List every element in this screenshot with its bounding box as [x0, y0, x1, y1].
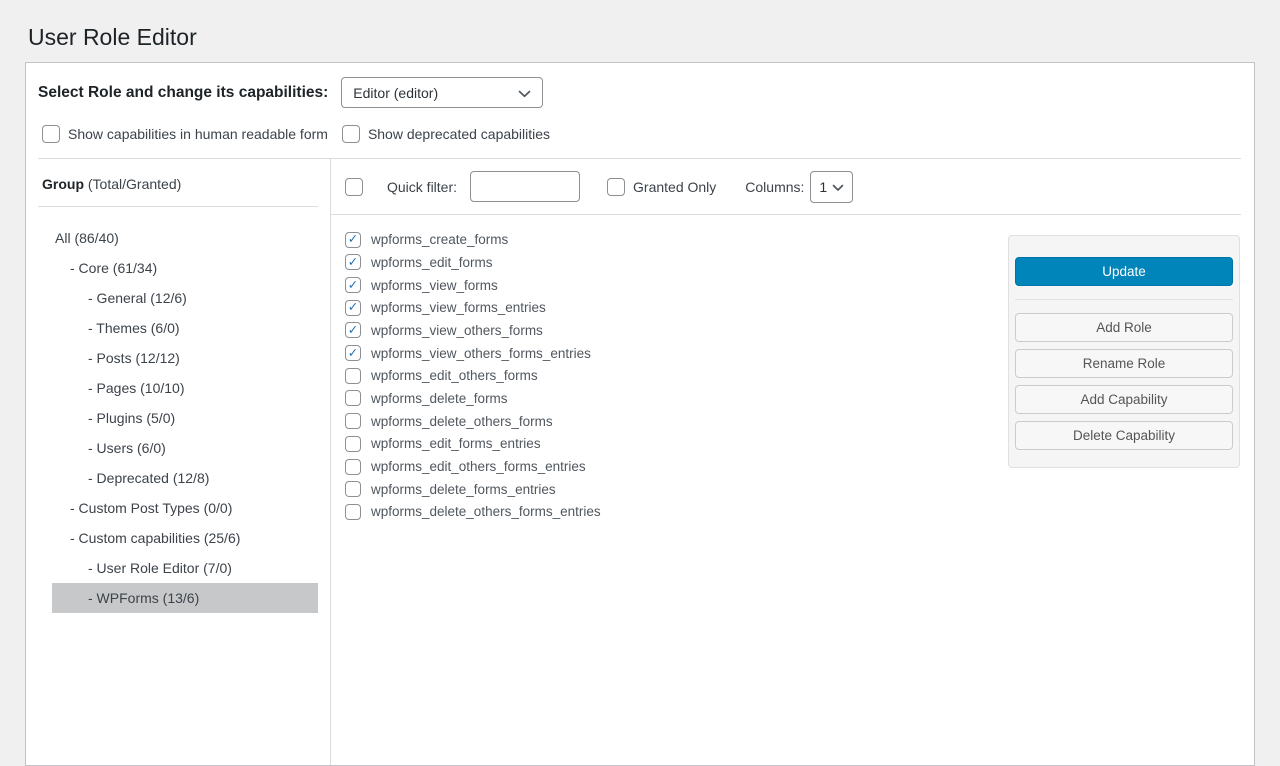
capability-checkbox[interactable]: ✓ [345, 277, 361, 293]
quick-filter-input[interactable] [470, 171, 580, 202]
capability-row: ✓ wpforms_delete_forms_entries [345, 478, 1008, 501]
capability-checkbox[interactable]: ✓ [345, 368, 361, 384]
sidebar-group-item[interactable]: - WPForms (13/6) [52, 583, 318, 613]
human-readable-label[interactable]: Show capabilities in human readable form [68, 126, 328, 142]
main-area: Group (Total/Granted) All (86/40)- Core … [26, 159, 1254, 766]
capability-row: ✓ wpforms_edit_forms_entries [345, 432, 1008, 455]
sidebar-group-item[interactable]: All (86/40) [52, 223, 318, 253]
role-select-row: Select Role and change its capabilities:… [26, 63, 1254, 108]
capability-row: ✓ wpforms_edit_others_forms [345, 364, 1008, 387]
capability-label[interactable]: wpforms_delete_others_forms [371, 414, 553, 429]
group-sidebar: Group (Total/Granted) All (86/40)- Core … [26, 159, 331, 766]
capability-label[interactable]: wpforms_view_forms_entries [371, 300, 546, 315]
display-options-row: ✓ Show capabilities in human readable fo… [26, 108, 1254, 158]
capability-label[interactable]: wpforms_view_forms [371, 278, 498, 293]
actions-divider [1015, 299, 1233, 300]
group-sidebar-header: Group (Total/Granted) [38, 159, 318, 207]
capability-row: ✓ wpforms_view_others_forms_entries [345, 342, 1008, 365]
sidebar-group-item[interactable]: - General (12/6) [52, 283, 318, 313]
role-select-label: Select Role and change its capabilities: [38, 84, 328, 102]
sidebar-group-item[interactable]: - User Role Editor (7/0) [52, 553, 318, 583]
capability-row: ✓ wpforms_view_forms [345, 274, 1008, 297]
delete-capability-button[interactable]: Delete Capability [1015, 421, 1233, 450]
capability-row: ✓ wpforms_view_others_forms [345, 319, 1008, 342]
user-role-editor-panel: Select Role and change its capabilities:… [25, 62, 1255, 766]
capability-checkbox[interactable]: ✓ [345, 254, 361, 270]
capabilities-area: ✓ Quick filter: ✓ Granted Only Columns: … [331, 159, 1254, 766]
sidebar-group-item[interactable]: - Themes (6/0) [52, 313, 318, 343]
capability-row: ✓ wpforms_create_forms [345, 228, 1008, 251]
capability-row: ✓ wpforms_delete_others_forms [345, 410, 1008, 433]
capability-label[interactable]: wpforms_edit_others_forms_entries [371, 459, 586, 474]
capability-checkbox[interactable]: ✓ [345, 345, 361, 361]
capability-checkbox[interactable]: ✓ [345, 322, 361, 338]
human-readable-checkbox[interactable]: ✓ [42, 125, 60, 143]
page-title: User Role Editor [0, 0, 1280, 62]
capability-checkbox[interactable]: ✓ [345, 436, 361, 452]
human-readable-option: ✓ Show capabilities in human readable fo… [42, 125, 328, 143]
actions-panel: Update Add Role Rename Role Add Capabili… [1008, 235, 1240, 468]
group-header-title: Group [42, 176, 84, 192]
sidebar-group-item[interactable]: - Deprecated (12/8) [52, 463, 318, 493]
capability-label[interactable]: wpforms_create_forms [371, 232, 508, 247]
capability-label[interactable]: wpforms_delete_others_forms_entries [371, 504, 601, 519]
quick-filter-bar: ✓ Quick filter: ✓ Granted Only Columns: … [331, 159, 1241, 215]
capability-row: ✓ wpforms_edit_forms [345, 251, 1008, 274]
capability-checkbox[interactable]: ✓ [345, 232, 361, 248]
capability-checkbox[interactable]: ✓ [345, 300, 361, 316]
capability-label[interactable]: wpforms_edit_others_forms [371, 368, 538, 383]
chevron-down-icon [832, 179, 844, 195]
capability-checkbox[interactable]: ✓ [345, 459, 361, 475]
deprecated-checkbox[interactable]: ✓ [342, 125, 360, 143]
sidebar-group-item[interactable]: - Core (61/34) [52, 253, 318, 283]
granted-only-checkbox[interactable]: ✓ [607, 178, 625, 196]
capability-label[interactable]: wpforms_edit_forms [371, 255, 493, 270]
capability-checkbox[interactable]: ✓ [345, 504, 361, 520]
sidebar-group-item[interactable]: - Pages (10/10) [52, 373, 318, 403]
columns-select[interactable]: 1 [810, 171, 853, 203]
update-button[interactable]: Update [1015, 257, 1233, 286]
capability-checkbox[interactable]: ✓ [345, 390, 361, 406]
sidebar-group-item[interactable]: - Custom Post Types (0/0) [52, 493, 318, 523]
role-select[interactable]: Editor (editor) [341, 77, 543, 108]
columns-select-value: 1 [819, 179, 827, 195]
capability-row: ✓ wpforms_delete_others_forms_entries [345, 501, 1008, 524]
capability-checkbox[interactable]: ✓ [345, 413, 361, 429]
columns-label: Columns: [745, 179, 804, 195]
group-header-subtitle: (Total/Granted) [84, 176, 181, 192]
capability-row: ✓ wpforms_edit_others_forms_entries [345, 455, 1008, 478]
capability-checkbox[interactable]: ✓ [345, 481, 361, 497]
chevron-down-icon [518, 85, 531, 101]
granted-only-label[interactable]: Granted Only [633, 179, 716, 195]
add-capability-button[interactable]: Add Capability [1015, 385, 1233, 414]
group-tree: All (86/40)- Core (61/34)- General (12/6… [26, 207, 330, 613]
capability-label[interactable]: wpforms_delete_forms [371, 391, 508, 406]
rename-role-button[interactable]: Rename Role [1015, 349, 1233, 378]
capability-label[interactable]: wpforms_edit_forms_entries [371, 436, 541, 451]
deprecated-option: ✓ Show deprecated capabilities [342, 125, 550, 143]
capability-label[interactable]: wpforms_view_others_forms_entries [371, 346, 591, 361]
capabilities-list: ✓ wpforms_create_forms ✓ wpforms_edit_fo… [331, 215, 1008, 523]
capability-label[interactable]: wpforms_view_others_forms [371, 323, 543, 338]
sidebar-group-item[interactable]: - Custom capabilities (25/6) [52, 523, 318, 553]
sidebar-group-item[interactable]: - Users (6/0) [52, 433, 318, 463]
sidebar-group-item[interactable]: - Plugins (5/0) [52, 403, 318, 433]
quick-filter-label: Quick filter: [387, 179, 457, 195]
capability-row: ✓ wpforms_delete_forms [345, 387, 1008, 410]
capability-row: ✓ wpforms_view_forms_entries [345, 296, 1008, 319]
sidebar-group-item[interactable]: - Posts (12/12) [52, 343, 318, 373]
deprecated-label[interactable]: Show deprecated capabilities [368, 126, 550, 142]
capabilities-content: ✓ wpforms_create_forms ✓ wpforms_edit_fo… [331, 215, 1254, 766]
role-select-value: Editor (editor) [353, 85, 438, 101]
add-role-button[interactable]: Add Role [1015, 313, 1233, 342]
select-all-checkbox[interactable]: ✓ [345, 178, 363, 196]
capability-label[interactable]: wpforms_delete_forms_entries [371, 482, 556, 497]
